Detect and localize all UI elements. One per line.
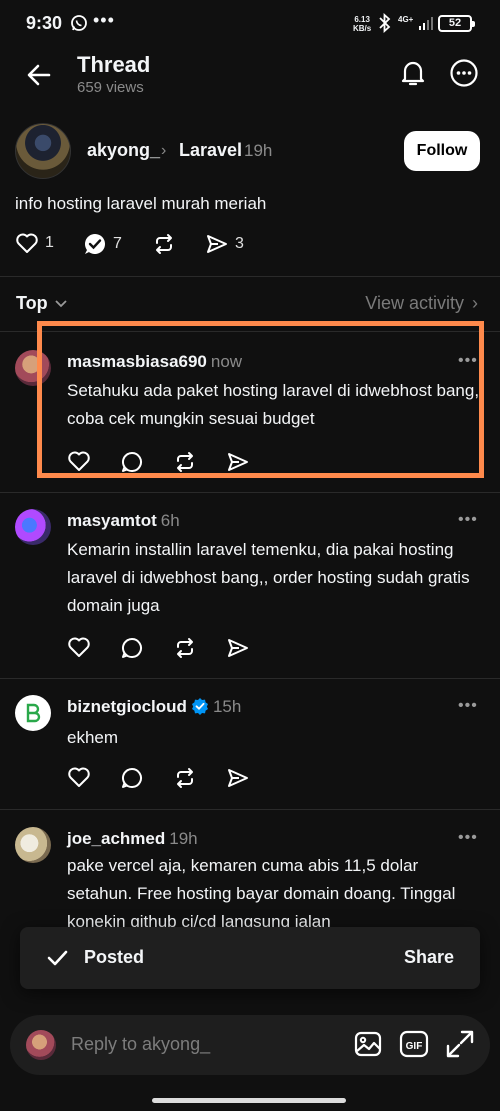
bell-icon[interactable] [398, 58, 428, 93]
svg-text:GIF: GIF [406, 1041, 423, 1052]
post-actions: 1 7 3 [15, 232, 315, 258]
avatar[interactable] [15, 827, 51, 863]
like-button[interactable]: 1 [15, 232, 54, 254]
signal-icon [418, 15, 434, 36]
repost-icon[interactable] [173, 636, 197, 665]
heart-icon[interactable] [67, 636, 91, 663]
more-options-icon[interactable]: ••• [458, 511, 478, 529]
chevron-down-icon [55, 299, 67, 307]
net-speed: 6.13 KB/s [353, 15, 372, 33]
toast-share-button[interactable]: Share [404, 947, 454, 968]
heart-icon[interactable] [67, 766, 91, 793]
reply-composer[interactable]: Reply to akyong_ GIF [10, 1015, 490, 1075]
toast-message: Posted [84, 947, 145, 967]
divider [0, 276, 500, 277]
share-button[interactable]: 3 [205, 232, 244, 256]
reply-actions [67, 636, 267, 660]
heart-icon [16, 233, 38, 253]
comment-icon[interactable] [120, 636, 144, 665]
thread-header: Thread 659 views [0, 48, 500, 104]
send-icon[interactable] [226, 636, 250, 665]
expand-icon[interactable] [445, 1029, 475, 1064]
comment-icon[interactable] [120, 766, 144, 795]
view-count: 659 views [77, 79, 144, 96]
divider [0, 809, 500, 810]
biznet-logo-icon [26, 703, 41, 723]
divider [0, 678, 500, 679]
post-community[interactable]: Laravel [179, 140, 242, 161]
follow-button[interactable]: Follow [404, 131, 480, 171]
check-icon [46, 947, 68, 974]
post-text: info hosting laravel murah meriah [15, 194, 267, 213]
reply-username[interactable]: joe_achmed 19h [67, 829, 198, 849]
comment-count: 7 [113, 235, 122, 252]
repost-button[interactable] [152, 232, 176, 256]
view-activity-link[interactable]: View activity › [365, 293, 478, 314]
image-icon[interactable] [353, 1029, 383, 1064]
network-type: 4G+ [398, 15, 414, 24]
more-options-icon[interactable] [449, 58, 479, 93]
avatar[interactable] [15, 695, 51, 731]
more-notifications-icon: ••• [93, 10, 115, 30]
reply-text: pake vercel aja, kemaren cuma abis 11,5 … [67, 856, 456, 928]
chevron-right-icon: › [472, 293, 478, 313]
post-time: 19h [244, 141, 273, 160]
avatar[interactable] [15, 509, 51, 545]
share-count: 3 [235, 235, 244, 252]
repost-icon[interactable] [173, 766, 197, 795]
highlight-box [37, 321, 484, 478]
reply-time: 15h [212, 697, 242, 716]
reply-actions [67, 766, 267, 790]
reply-text: Kemarin installin laravel temenku, dia p… [67, 540, 470, 615]
back-arrow-icon[interactable] [24, 60, 54, 90]
repost-icon [156, 234, 172, 254]
avatar[interactable] [15, 123, 71, 179]
status-bar: 9:30 ••• 6.13 KB/s 4G+ 52 [0, 0, 500, 48]
more-options-icon[interactable]: ••• [458, 697, 478, 715]
status-time: 9:30 [26, 13, 63, 33]
reply-time: 6h [160, 511, 180, 530]
reply-input[interactable]: Reply to akyong_ [71, 1034, 210, 1055]
reply-text: ekhem [67, 728, 119, 747]
bluetooth-icon [378, 12, 392, 38]
verified-badge-icon [191, 698, 208, 715]
sort-dropdown[interactable]: Top [16, 293, 68, 314]
posted-toast: Posted Share [20, 927, 480, 989]
gif-icon[interactable]: GIF [399, 1029, 429, 1064]
comment-check-icon [85, 234, 105, 254]
post-username[interactable]: akyong_ [87, 140, 160, 161]
reply-username[interactable]: biznetgiocloud 15h [67, 697, 241, 717]
more-options-icon[interactable]: ••• [458, 829, 478, 847]
chevron-right-icon: › [161, 142, 167, 159]
battery-icon: 52 [438, 15, 475, 32]
view-activity-label: View activity [365, 293, 464, 313]
comment-button[interactable]: 7 [83, 232, 122, 256]
avatar [26, 1030, 56, 1060]
home-indicator[interactable] [152, 1098, 346, 1103]
whatsapp-icon [70, 14, 88, 37]
send-icon[interactable] [226, 766, 250, 795]
reply-username[interactable]: masyamtot 6h [67, 511, 180, 531]
reply-time: 19h [169, 829, 198, 848]
divider [0, 492, 500, 493]
sort-label: Top [16, 293, 48, 313]
send-icon [207, 235, 227, 253]
like-count: 1 [45, 234, 54, 251]
page-title: Thread [77, 52, 151, 77]
